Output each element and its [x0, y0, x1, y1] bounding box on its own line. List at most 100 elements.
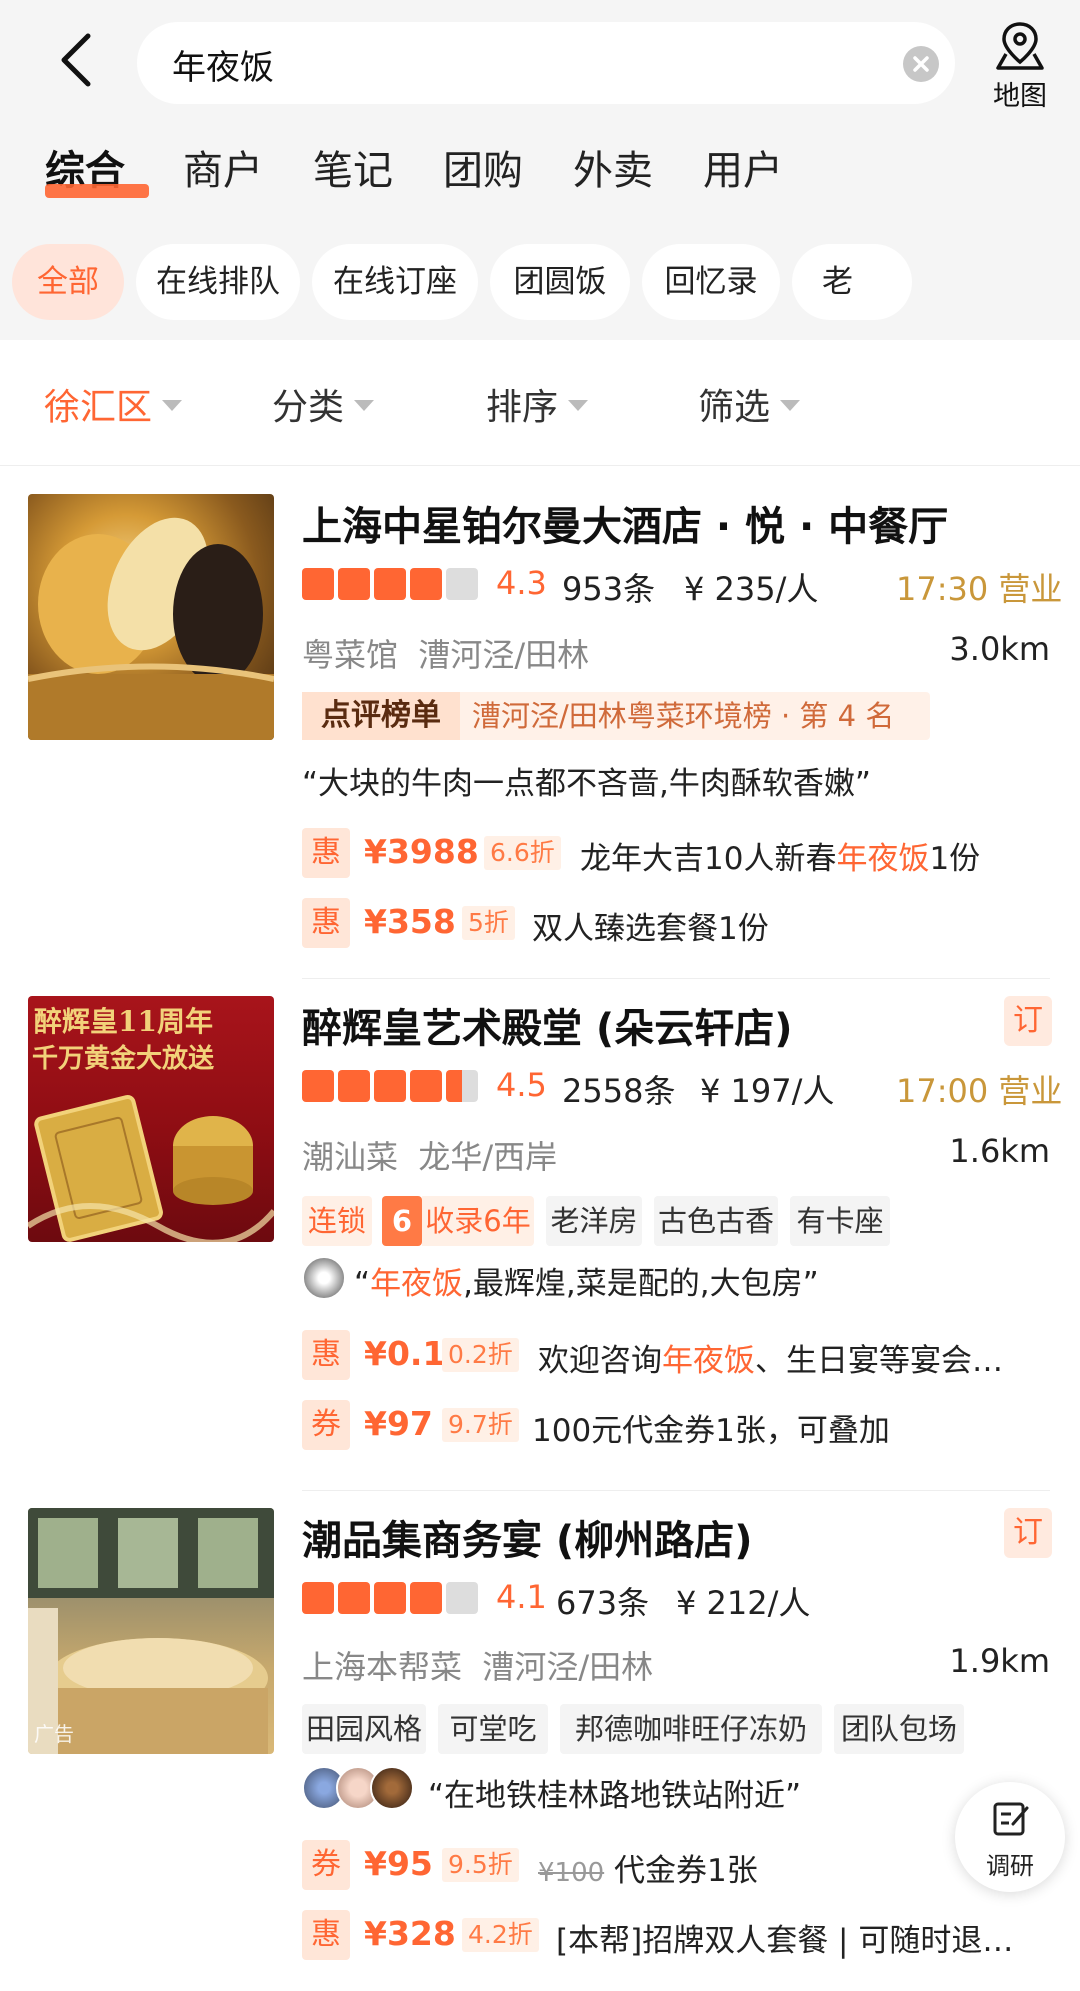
booking-tag[interactable]: 订	[1004, 996, 1052, 1046]
area: 漕河泾/田林	[482, 1648, 654, 1686]
review-count: 2558条	[562, 1072, 676, 1110]
filter-screen-label: 筛选	[698, 387, 771, 428]
listing-photo[interactable]: 广告	[28, 1508, 274, 1754]
search-bar[interactable]: 年夜饭	[137, 22, 955, 104]
listing-title[interactable]: 潮品集商务宴 (柳州路店)	[302, 1508, 753, 1566]
deal-row[interactable]: 券 ¥95 9.5折 ¥100 代金券1张	[302, 1840, 1062, 1890]
cuisine-area: 上海本帮菜 漕河泾/田林	[302, 1642, 653, 1688]
filter-district[interactable]: 徐汇区	[44, 378, 183, 430]
deal-row[interactable]: 券 ¥97 9.7折 100元代金券1张，可叠加	[302, 1400, 1062, 1450]
deal-text: ¥100 代金券1张	[538, 1845, 758, 1890]
deal-text-a: 代金券1张	[614, 1853, 758, 1889]
deal-price: ¥95	[364, 1844, 433, 1883]
listing-photo[interactable]	[28, 494, 274, 740]
listing-card[interactable]: 广告 潮品集商务宴 (柳州路店) 订 4.1 673条 ¥ 212/人 上海本帮…	[0, 1508, 1080, 1991]
quick-filter-chips: 全部 在线排队 在线订座 团圆饭 回忆录 老	[0, 244, 1080, 320]
tag-feature: 老洋房	[546, 1196, 642, 1246]
tab-delivery[interactable]: 外卖	[573, 138, 653, 196]
deal-row[interactable]: 惠 ¥3988 6.6折 龙年大吉10人新春年夜饭1份	[302, 828, 1062, 878]
star-icon	[338, 1582, 370, 1614]
opening-hours: 17:30 营业	[896, 570, 1063, 608]
map-pin-icon	[996, 22, 1044, 70]
chip-online-queue[interactable]: 在线排队	[136, 244, 300, 320]
tag-feature: 团队包场	[834, 1704, 964, 1754]
chip-reunion-dinner[interactable]: 团圆饭	[490, 244, 630, 320]
rating-score: 4.1	[496, 1578, 547, 1616]
tab-group-buy[interactable]: 团购	[443, 138, 523, 196]
listing-card[interactable]: 醉辉皇11周年 千万黄金大放送 醉辉皇艺术殿堂 (朵云轩店) 订 4.5 255…	[0, 996, 1080, 1496]
deal-discount: 5折	[462, 906, 515, 940]
review-count: 673条	[556, 1584, 650, 1622]
tab-notes[interactable]: 笔记	[313, 138, 393, 196]
review-quote: “年夜饭,最辉煌,菜是配的,大包房”	[354, 1258, 819, 1303]
deal-text-a: [本帮]招牌双人套餐 | 可随时退…	[556, 1923, 1014, 1959]
deal-text-a: 100元代金券1张，可叠加	[532, 1413, 890, 1449]
quote-text-a: “	[354, 1266, 371, 1302]
star-icon	[374, 568, 406, 600]
chip-memoir[interactable]: 回忆录	[642, 244, 780, 320]
quote-text-b: ,最辉煌,菜是配的,大包房”	[463, 1266, 819, 1302]
filter-category-label: 分类	[272, 387, 345, 428]
deal-text: [本帮]招牌双人套餐 | 可随时退…	[556, 1915, 1013, 1960]
opening-hours: 17:00 营业	[896, 1072, 1063, 1110]
deal-text-b: 、生日宴等宴会…	[755, 1343, 1003, 1379]
tag-row: 连锁 6 收录6年 老洋房 古色古香 有卡座	[302, 1196, 1062, 1248]
deal-text-a: 欢迎咨询	[538, 1343, 662, 1379]
deal-row[interactable]: 惠 ¥0.1 0.2折 欢迎咨询年夜饭、生日宴等宴会…	[302, 1330, 1062, 1380]
tag-feature: 古色古香	[654, 1196, 778, 1246]
filter-screen[interactable]: 筛选	[698, 378, 801, 430]
deal-price: ¥358	[364, 902, 456, 941]
ranking-badge[interactable]: 点评榜单 漕河泾/田林粤菜环境榜 · 第 4 名	[302, 692, 930, 740]
tag-feature: 田园风格	[302, 1704, 426, 1754]
deal-row[interactable]: 惠 ¥358 5折 双人臻选套餐1份	[302, 898, 1062, 948]
booking-tag[interactable]: 订	[1004, 1508, 1052, 1558]
star-icon	[446, 1582, 478, 1614]
deal-badge: 券	[302, 1400, 350, 1450]
deal-discount: 4.2折	[462, 1918, 539, 1952]
tab-merchants[interactable]: 商户	[183, 138, 263, 196]
review-quote: “在地铁桂林路地铁站附近”	[428, 1778, 802, 1814]
rating-score: 4.3	[496, 564, 547, 602]
back-button[interactable]	[52, 30, 102, 90]
cuisine: 上海本帮菜	[302, 1648, 463, 1686]
filter-bar: 徐汇区 分类 排序 筛选	[0, 340, 1080, 466]
chip-all[interactable]: 全部	[12, 244, 124, 320]
deal-text: 100元代金券1张，可叠加	[532, 1405, 890, 1450]
filter-sort[interactable]: 排序	[486, 378, 589, 430]
half-star-icon	[446, 1070, 478, 1102]
filter-category[interactable]: 分类	[272, 378, 375, 430]
distance: 3.0km	[949, 630, 1050, 668]
deal-text: 双人臻选套餐1份	[532, 903, 769, 948]
star-icon	[338, 568, 370, 600]
deal-row[interactable]: 惠 ¥328 4.2折 [本帮]招牌双人套餐 | 可随时退…	[302, 1910, 1062, 1960]
star-icon	[302, 1582, 334, 1614]
listing-card[interactable]: 上海中星铂尔曼大酒店 · 悦 · 中餐厅 4.3 953条 ¥ 235/人 17…	[0, 490, 1080, 990]
listing-title[interactable]: 上海中星铂尔曼大酒店 · 悦 · 中餐厅	[302, 494, 948, 552]
cuisine: 粤菜馆	[302, 636, 399, 674]
filter-district-label: 徐汇区	[44, 387, 153, 428]
tag-feature: 邦德咖啡旺仔冻奶	[560, 1704, 822, 1754]
chip-online-booking[interactable]: 在线订座	[312, 244, 478, 320]
survey-button[interactable]: 调研	[955, 1782, 1065, 1892]
photo-caption-line1: 醉辉皇11周年	[34, 1005, 213, 1038]
tag-feature: 可堂吃	[438, 1704, 548, 1754]
avg-price: ¥ 235/人	[684, 570, 819, 608]
search-input[interactable]: 年夜饭	[172, 40, 274, 89]
deal-discount: 0.2折	[442, 1338, 519, 1372]
star-icon	[338, 1070, 370, 1102]
listing-photo[interactable]: 醉辉皇11周年 千万黄金大放送	[28, 996, 274, 1242]
listing-title[interactable]: 醉辉皇艺术殿堂 (朵云轩店)	[302, 996, 793, 1054]
star-icon	[410, 568, 442, 600]
deal-badge: 券	[302, 1840, 350, 1890]
tab-users[interactable]: 用户	[703, 138, 783, 196]
map-button[interactable]: 地图	[980, 18, 1060, 112]
years-badge-icon: 6	[382, 1196, 422, 1246]
clear-search-button[interactable]	[903, 46, 939, 82]
tag-row: 田园风格 可堂吃 邦德咖啡旺仔冻奶 团队包场	[302, 1704, 1062, 1756]
star-icon	[374, 1582, 406, 1614]
chip-more[interactable]: 老	[792, 244, 912, 320]
deal-price: ¥328	[364, 1914, 456, 1953]
card-divider	[302, 1490, 1050, 1491]
deal-text-highlight: 年夜饭	[662, 1343, 755, 1379]
deal-badge: 惠	[302, 898, 350, 948]
